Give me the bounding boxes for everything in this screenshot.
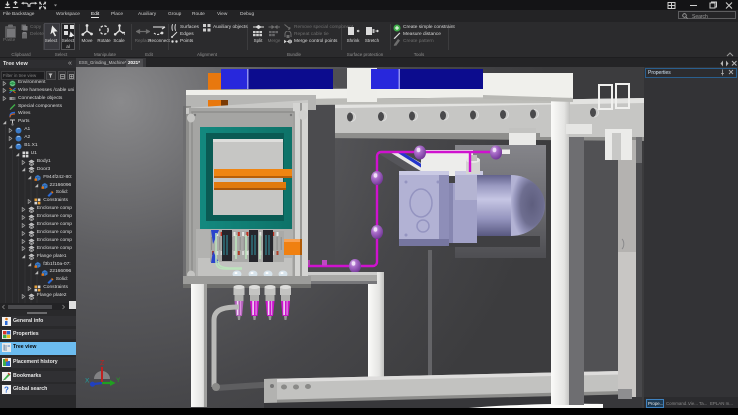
svg-text:?: ? xyxy=(4,386,9,395)
svg-text:Y: Y xyxy=(116,377,121,384)
svg-text:Z: Z xyxy=(100,360,105,367)
svg-text:X: X xyxy=(85,378,90,385)
